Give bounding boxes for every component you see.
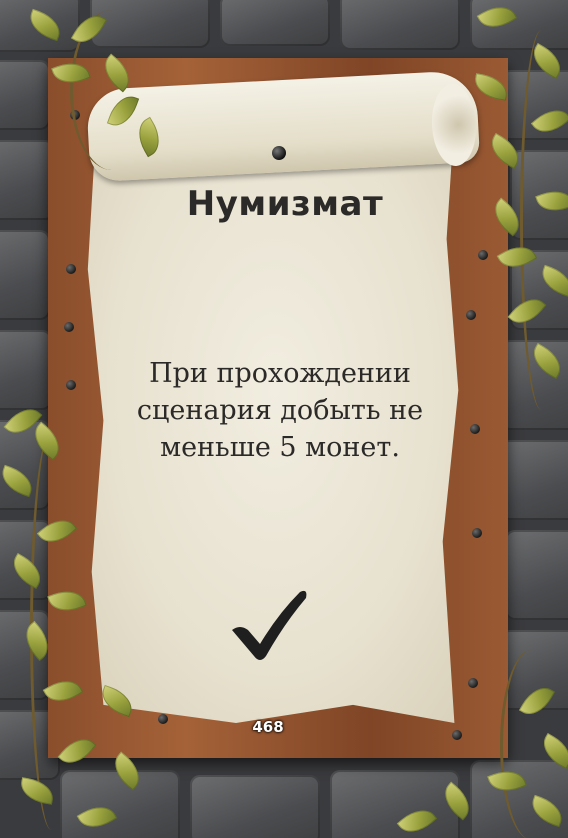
quest-card: Нумизмат При прохождении сценария добыть…: [0, 0, 568, 838]
pin-icon: [272, 146, 286, 160]
checkmark-icon: [232, 590, 307, 660]
card-number: 468: [252, 718, 284, 736]
card-description: При прохождении сценария добыть не меньш…: [136, 358, 424, 463]
card-title: Нумизмат: [186, 184, 384, 224]
